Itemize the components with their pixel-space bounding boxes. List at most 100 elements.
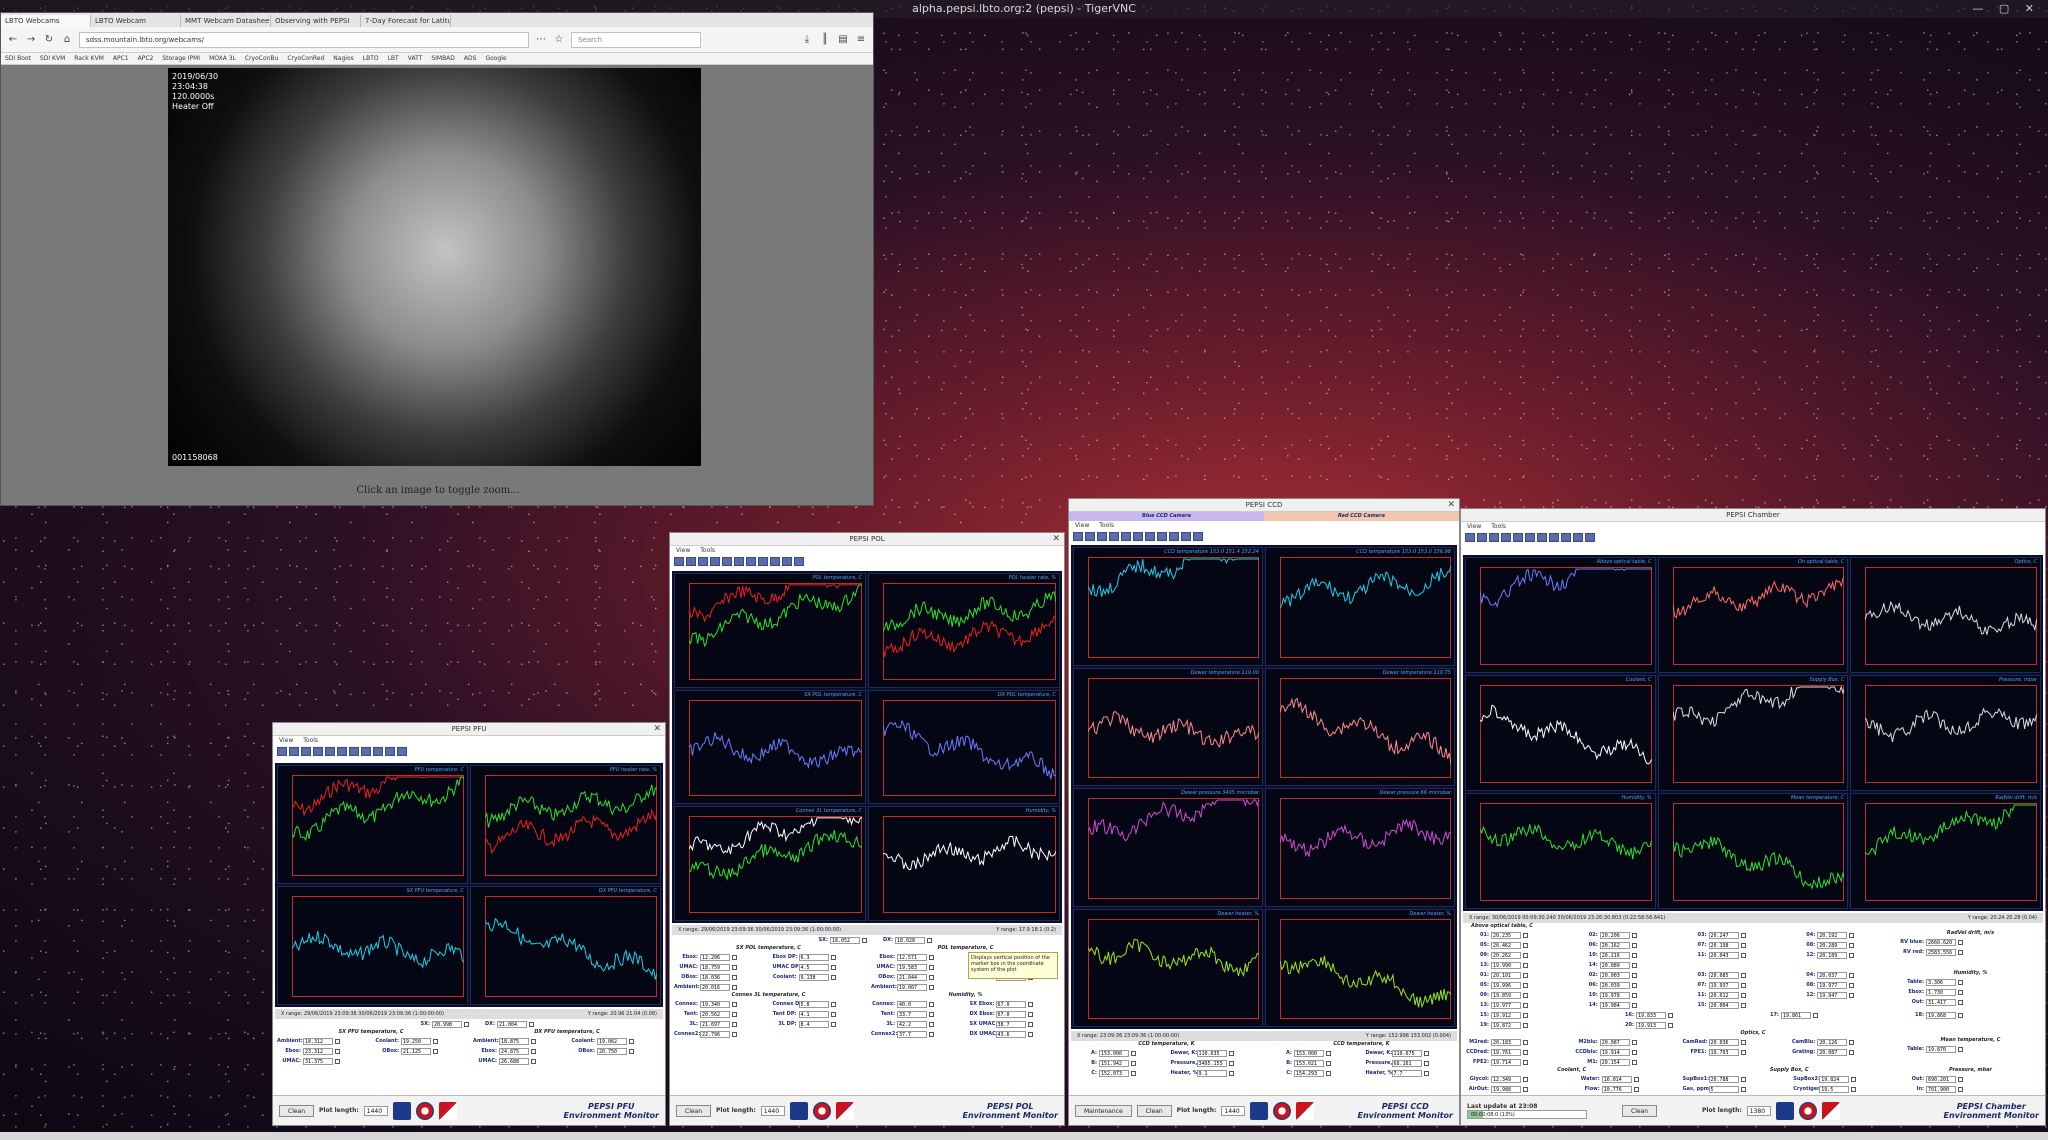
plot-toggle-checkbox[interactable] xyxy=(1523,932,1528,938)
plot-toggle-checkbox[interactable] xyxy=(1740,982,1746,988)
clean-button[interactable]: Clean xyxy=(676,1104,712,1117)
plot-tool-button[interactable] xyxy=(385,747,395,756)
plot-toggle-checkbox[interactable] xyxy=(1849,932,1855,938)
plot-toggle-checkbox[interactable] xyxy=(1958,989,1963,995)
menu-icon[interactable]: ≡ xyxy=(855,34,867,46)
bookmark-item[interactable]: Storage IPMI xyxy=(162,55,200,62)
browser-tab[interactable]: 7-Day Forecast for Latitude xyxy=(361,15,451,27)
plot-toggle-checkbox[interactable] xyxy=(830,1021,836,1027)
bookmark-item[interactable]: Nagios xyxy=(333,55,353,62)
plot-tool-button[interactable] xyxy=(1513,533,1523,542)
plot-toggle-checkbox[interactable] xyxy=(1740,1076,1746,1082)
plot-panel[interactable]: Dewar heater, % xyxy=(1073,908,1263,1027)
bookmark-item[interactable]: LBTO xyxy=(363,55,379,62)
close-icon[interactable]: ✕ xyxy=(653,723,661,735)
plot-toggle-checkbox[interactable] xyxy=(1740,972,1746,978)
plot-toggle-checkbox[interactable] xyxy=(1851,1086,1857,1092)
bookmark-item[interactable]: Rack KVM xyxy=(74,55,104,62)
plot-toggle-checkbox[interactable] xyxy=(1958,1046,1963,1052)
plot-toggle-checkbox[interactable] xyxy=(1849,982,1855,988)
plot-toggle-checkbox[interactable] xyxy=(1228,1050,1234,1056)
bookmark-item[interactable]: CryoConRed xyxy=(287,55,324,62)
plot-toggle-checkbox[interactable] xyxy=(1523,962,1528,968)
browser-tab[interactable]: Observing with PEPSI xyxy=(271,15,361,27)
plot-toggle-checkbox[interactable] xyxy=(929,1011,934,1017)
checkbox[interactable] xyxy=(464,1021,469,1027)
plot-toggle-checkbox[interactable] xyxy=(1423,1070,1429,1076)
menu-view[interactable]: View xyxy=(676,546,690,556)
plot-toggle-checkbox[interactable] xyxy=(1631,982,1637,988)
plot-toggle-checkbox[interactable] xyxy=(335,1048,340,1054)
plot-tool-button[interactable] xyxy=(758,557,768,566)
plot-toggle-checkbox[interactable] xyxy=(1633,1086,1639,1092)
plot-toggle-checkbox[interactable] xyxy=(1740,992,1746,998)
bookmark-item[interactable]: MOXA 3L xyxy=(209,55,236,62)
forward-icon[interactable]: → xyxy=(25,34,37,46)
bookmark-item[interactable]: ADS xyxy=(464,55,477,62)
plot-toggle-checkbox[interactable] xyxy=(1849,942,1855,948)
plot-panel[interactable]: POL heater rate, % xyxy=(868,573,1060,688)
plot-toggle-checkbox[interactable] xyxy=(1849,1039,1855,1045)
plot-toggle-checkbox[interactable] xyxy=(929,1021,934,1027)
plot-toggle-checkbox[interactable] xyxy=(732,964,737,970)
plot-tool-button[interactable] xyxy=(1145,532,1155,541)
close-icon[interactable]: ✕ xyxy=(1447,499,1455,511)
menu-tools[interactable]: Tools xyxy=(1099,521,1114,531)
plot-toggle-checkbox[interactable] xyxy=(433,1038,438,1044)
plot-toggle-checkbox[interactable] xyxy=(1958,1076,1963,1082)
plot-toggle-checkbox[interactable] xyxy=(1631,962,1637,968)
star-icon[interactable]: ☆ xyxy=(553,34,565,46)
plot-tool-button[interactable] xyxy=(1109,532,1119,541)
plot-toggle-checkbox[interactable] xyxy=(1523,1002,1528,1008)
plot-toggle-checkbox[interactable] xyxy=(732,1031,737,1037)
plot-toggle-checkbox[interactable] xyxy=(1631,1049,1637,1055)
plot-tool-button[interactable] xyxy=(1501,533,1511,542)
plot-toggle-checkbox[interactable] xyxy=(1958,979,1963,985)
browser-tab[interactable]: LBTO Webcam xyxy=(91,15,181,27)
plot-toggle-checkbox[interactable] xyxy=(732,954,737,960)
browser-tab[interactable]: MMT Webcam Datasheet xyxy=(181,15,271,27)
plot-panel[interactable]: DX PFU temperature, C xyxy=(470,886,661,1005)
plot-toggle-checkbox[interactable] xyxy=(830,1011,836,1017)
plot-toggle-checkbox[interactable] xyxy=(1228,1060,1234,1066)
plot-toggle-checkbox[interactable] xyxy=(1958,999,1963,1005)
plot-toggle-checkbox[interactable] xyxy=(1523,1012,1528,1018)
checkbox[interactable] xyxy=(927,937,932,943)
plot-toggle-checkbox[interactable] xyxy=(830,964,836,970)
plot-panel[interactable]: On optical table, C xyxy=(1657,557,1849,673)
clean-button[interactable]: Clean xyxy=(1622,1104,1658,1117)
plot-tool-button[interactable] xyxy=(770,557,780,566)
plot-toggle-checkbox[interactable] xyxy=(1631,992,1637,998)
plot-panel[interactable]: Coolant, C xyxy=(1465,675,1656,791)
plot-toggle-checkbox[interactable] xyxy=(1027,1001,1033,1007)
plot-toggle-checkbox[interactable] xyxy=(1523,1022,1528,1028)
bookmark-item[interactable]: Google xyxy=(485,55,506,62)
plot-length-input[interactable]: 1380 xyxy=(1746,1105,1771,1116)
bookmark-item[interactable]: SDI KVM xyxy=(40,55,65,62)
plot-tool-button[interactable] xyxy=(710,557,720,566)
plot-toggle-checkbox[interactable] xyxy=(1326,1060,1331,1066)
plot-toggle-checkbox[interactable] xyxy=(732,1021,737,1027)
plot-toggle-checkbox[interactable] xyxy=(1631,1039,1637,1045)
plot-panel[interactable]: Above optical table, C xyxy=(1465,557,1656,673)
plot-tool-button[interactable] xyxy=(686,557,696,566)
reload-icon[interactable]: ↻ xyxy=(43,34,55,46)
home-icon[interactable]: ⌂ xyxy=(61,34,73,46)
plot-toggle-checkbox[interactable] xyxy=(1423,1050,1429,1056)
plot-toggle-checkbox[interactable] xyxy=(929,1031,934,1037)
menu-tools[interactable]: Tools xyxy=(1491,522,1506,532)
plot-toggle-checkbox[interactable] xyxy=(732,984,737,990)
plot-panel[interactable]: PFU temperature, C xyxy=(277,765,468,884)
plot-length-input[interactable]: 1440 xyxy=(1221,1105,1246,1116)
plot-tool-button[interactable] xyxy=(1097,532,1107,541)
bookmark-item[interactable]: APC1 xyxy=(113,55,129,62)
plot-toggle-checkbox[interactable] xyxy=(1740,952,1746,958)
plot-length-input[interactable]: 1440 xyxy=(760,1105,785,1116)
plot-toggle-checkbox[interactable] xyxy=(1631,932,1637,938)
plot-toggle-checkbox[interactable] xyxy=(1523,972,1528,978)
plot-toggle-checkbox[interactable] xyxy=(929,1001,934,1007)
plot-toggle-checkbox[interactable] xyxy=(335,1038,340,1044)
plot-toggle-checkbox[interactable] xyxy=(1228,1070,1234,1076)
plot-panel[interactable]: Humidity, % xyxy=(868,806,1060,921)
plot-toggle-checkbox[interactable] xyxy=(1668,1022,1673,1028)
